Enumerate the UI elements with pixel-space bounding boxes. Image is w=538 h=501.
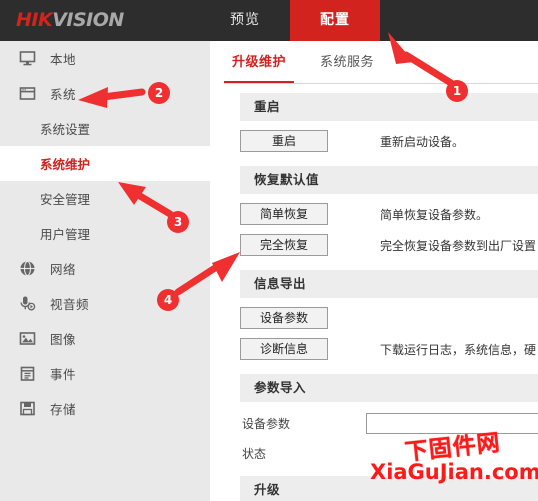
image-icon (14, 328, 40, 350)
import-device-params-row: 设备参数 (240, 413, 538, 434)
annotation-marker-2: 2 (148, 82, 170, 104)
sidebar-item-label: 图像 (50, 332, 77, 347)
sidebar-item-storage[interactable]: 存储 (0, 391, 210, 426)
diagnostic-info-row: 诊断信息 下载运行日志，系统信息，硬 (240, 338, 538, 360)
content-tab-bar: 升级维护 系统服务 (210, 51, 400, 83)
annotation-marker-4: 4 (157, 289, 179, 311)
sidebar-item-label: 存储 (50, 402, 77, 417)
nav-tab-configuration[interactable]: 配置 (290, 0, 380, 41)
sidebar-item-label: 事件 (50, 367, 77, 382)
sidebar-item-label: 视音频 (50, 297, 90, 312)
full-restore-description: 完全恢复设备参数到出厂设置 (380, 238, 537, 253)
settings-panel: 重启 重启 重新启动设备。 恢复默认值 简单恢复 简单恢复设备参数。 完全恢复 … (240, 93, 538, 501)
window-icon (14, 83, 40, 105)
sidebar-navigation: 本地 系统 系统设置 系统维护 安全管理 用户管理 网络 视音频 图像 事件 存… (0, 41, 210, 501)
section-header-parameter-import: 参数导入 (240, 374, 538, 402)
event-icon (14, 363, 40, 385)
device-parameters-button[interactable]: 设备参数 (240, 307, 328, 329)
full-restore-row: 完全恢复 完全恢复设备参数到出厂设置 (240, 234, 538, 256)
diagnostic-info-button[interactable]: 诊断信息 (240, 338, 328, 360)
sidebar-item-system[interactable]: 系统 (0, 76, 210, 111)
sidebar-subitem-system-maintenance[interactable]: 系统维护 (0, 146, 210, 181)
sidebar-item-label: 系统 (50, 87, 77, 102)
tab-system-service[interactable]: 系统服务 (312, 51, 382, 83)
import-file-input[interactable] (366, 413, 538, 434)
import-status-label: 状态 (242, 447, 267, 461)
annotation-marker-1: 1 (446, 80, 468, 102)
sidebar-item-local[interactable]: 本地 (0, 41, 210, 76)
nav-tab-preview[interactable]: 预览 (200, 0, 290, 41)
sidebar-item-audio-video[interactable]: 视音频 (0, 286, 210, 321)
full-restore-button[interactable]: 完全恢复 (240, 234, 328, 256)
import-status-row: 状态 (240, 445, 538, 462)
monitor-icon (14, 48, 40, 70)
section-header-info-export: 信息导出 (240, 270, 538, 298)
section-header-reboot: 重启 (240, 93, 538, 121)
sidebar-item-label: 本地 (50, 52, 77, 67)
reboot-description: 重新启动设备。 (380, 134, 465, 149)
header-nav-tabs: 预览 配置 (200, 0, 380, 41)
reboot-row: 重启 重新启动设备。 (240, 130, 538, 152)
main-content-area: 升级维护 系统服务 重启 重启 重新启动设备。 恢复默认值 简单恢复 简单恢复设… (210, 41, 538, 501)
simple-restore-description: 简单恢复设备参数。 (380, 207, 489, 222)
sidebar-subitem-system-settings[interactable]: 系统设置 (0, 111, 210, 146)
import-device-params-label: 设备参数 (242, 417, 291, 431)
page-root: HIKVISION 预览 配置 本地 系统 系统设置 系统维护 安全管理 用户管… (0, 0, 538, 501)
simple-restore-button[interactable]: 简单恢复 (240, 203, 328, 225)
save-icon (14, 398, 40, 420)
annotation-marker-3: 3 (167, 211, 189, 233)
microphone-icon (14, 293, 40, 315)
hikvision-logo: HIKVISION (16, 9, 124, 31)
sidebar-item-network[interactable]: 网络 (0, 251, 210, 286)
section-header-restore-defaults: 恢复默认值 (240, 166, 538, 194)
tab-upgrade-maintenance[interactable]: 升级维护 (224, 51, 295, 83)
section-header-upgrade: 升级 (240, 476, 538, 501)
sidebar-item-image[interactable]: 图像 (0, 321, 210, 356)
top-header-bar: HIKVISION 预览 配置 (0, 0, 538, 41)
reboot-button[interactable]: 重启 (240, 130, 328, 152)
globe-icon (14, 258, 40, 280)
sidebar-item-label: 网络 (50, 262, 77, 277)
logo-vision-text: VISION (52, 9, 124, 31)
logo-hik-text: HIK (16, 9, 53, 31)
device-params-export-row: 设备参数 (240, 307, 538, 329)
simple-restore-row: 简单恢复 简单恢复设备参数。 (240, 203, 538, 225)
tab-divider (224, 83, 538, 84)
sidebar-item-event[interactable]: 事件 (0, 356, 210, 391)
diagnostic-info-description: 下载运行日志，系统信息，硬 (380, 342, 537, 357)
